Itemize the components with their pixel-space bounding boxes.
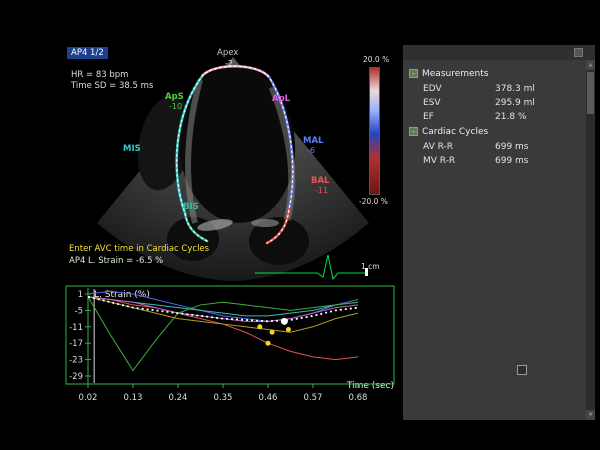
segment-label-bis: BIS xyxy=(183,203,199,212)
time-sd-label: Time SD = 38.5 ms xyxy=(71,82,153,91)
svg-text:0.35: 0.35 xyxy=(214,393,233,403)
heart-rate-label: HR = 83 bpm xyxy=(71,71,128,80)
measurement-row-esv: ESV 295.9 ml xyxy=(409,96,581,109)
svg-text:-5: -5 xyxy=(75,306,83,316)
measurement-label: MV R-R xyxy=(409,156,495,166)
segment-value-mal: -6 xyxy=(307,147,315,156)
collapse-icon[interactable]: - xyxy=(409,69,418,78)
status-message: Enter AVC time in Cardiac Cycles xyxy=(69,245,209,254)
segment-label-aps: ApS xyxy=(165,93,184,102)
measurements-section-title: Measurements xyxy=(422,69,488,79)
echo-strain-screen: AP4 1/2 HR = 83 bpm Time SD = 38.5 ms Ap… xyxy=(0,0,600,450)
option-checkbox[interactable] xyxy=(517,365,527,375)
cardiac-row-av: AV R-R 699 ms xyxy=(409,140,581,153)
apex-label: Apex xyxy=(217,49,238,58)
scale-label: 1 cm xyxy=(361,263,380,271)
panel-topbar xyxy=(403,45,595,60)
view-badge: AP4 1/2 xyxy=(67,47,108,59)
panel-scrollbar[interactable]: ▲ ▼ xyxy=(586,60,595,420)
cardiac-cycles-section-header[interactable]: - Cardiac Cycles xyxy=(409,125,581,138)
scrollbar-thumb[interactable] xyxy=(587,72,594,114)
segment-value-bal: -11 xyxy=(315,187,328,196)
svg-text:0.68: 0.68 xyxy=(349,393,368,403)
svg-text:0.13: 0.13 xyxy=(124,393,143,403)
measurement-label: EF xyxy=(409,112,495,122)
svg-text:-29: -29 xyxy=(69,372,83,382)
chart-xlabel: Time (sec) xyxy=(346,381,394,391)
segment-label-apl: ApL xyxy=(272,95,290,104)
segment-label-bal: BAL xyxy=(311,177,329,186)
segment-label-mal: MAL xyxy=(303,137,323,146)
measurement-row-ef: EF 21.8 % xyxy=(409,110,581,123)
measurement-label: ESV xyxy=(409,98,495,108)
colorbar-max-label: 20.0 % xyxy=(363,55,389,64)
ultrasound-image[interactable]: AP4 1/2 HR = 83 bpm Time SD = 38.5 ms Ap… xyxy=(65,45,390,285)
segment-value-aps: -10 xyxy=(169,103,182,112)
cardiac-row-mv: MV R-R 699 ms xyxy=(409,154,581,167)
measurements-panel: - Measurements EDV 378.3 ml ESV 295.9 ml… xyxy=(403,45,595,420)
svg-text:0.46: 0.46 xyxy=(259,393,278,403)
svg-text:0.57: 0.57 xyxy=(304,393,323,403)
strain-colorbar xyxy=(369,67,380,195)
svg-text:-23: -23 xyxy=(69,356,83,366)
measurement-value: 21.8 % xyxy=(495,112,526,122)
svg-text:-17: -17 xyxy=(69,339,83,349)
strain-plot-svg: L. Strain (%) Time (sec) 1-5-11-17-23-29… xyxy=(64,284,400,410)
strain-chart[interactable]: L. Strain (%) Time (sec) 1-5-11-17-23-29… xyxy=(64,284,400,412)
collapse-icon[interactable]: - xyxy=(409,127,418,136)
colorbar-min-label: -20.0 % xyxy=(359,197,388,206)
measurement-label: EDV xyxy=(409,84,495,94)
measurement-value: 699 ms xyxy=(495,156,529,166)
scroll-up-icon[interactable]: ▲ xyxy=(586,60,595,70)
cardiac-cycles-section-title: Cardiac Cycles xyxy=(422,127,488,137)
svg-text:-11: -11 xyxy=(69,323,83,333)
segment-label-mis: MIS xyxy=(123,145,141,154)
svg-text:0.02: 0.02 xyxy=(79,393,98,403)
measurement-row-edv: EDV 378.3 ml xyxy=(409,82,581,95)
measurement-value: 378.3 ml xyxy=(495,84,535,94)
measurement-value: 699 ms xyxy=(495,142,529,152)
measurement-label: AV R-R xyxy=(409,142,495,152)
measurements-section-header[interactable]: - Measurements xyxy=(409,67,581,80)
strain-summary: AP4 L. Strain = -6.5 % xyxy=(69,257,163,266)
svg-text:1: 1 xyxy=(78,290,83,300)
measurement-value: 295.9 ml xyxy=(495,98,535,108)
apex-value: -2 xyxy=(225,60,233,69)
scroll-down-icon[interactable]: ▼ xyxy=(586,410,595,420)
svg-text:0.24: 0.24 xyxy=(169,393,188,403)
panel-menu-button[interactable] xyxy=(574,48,583,57)
